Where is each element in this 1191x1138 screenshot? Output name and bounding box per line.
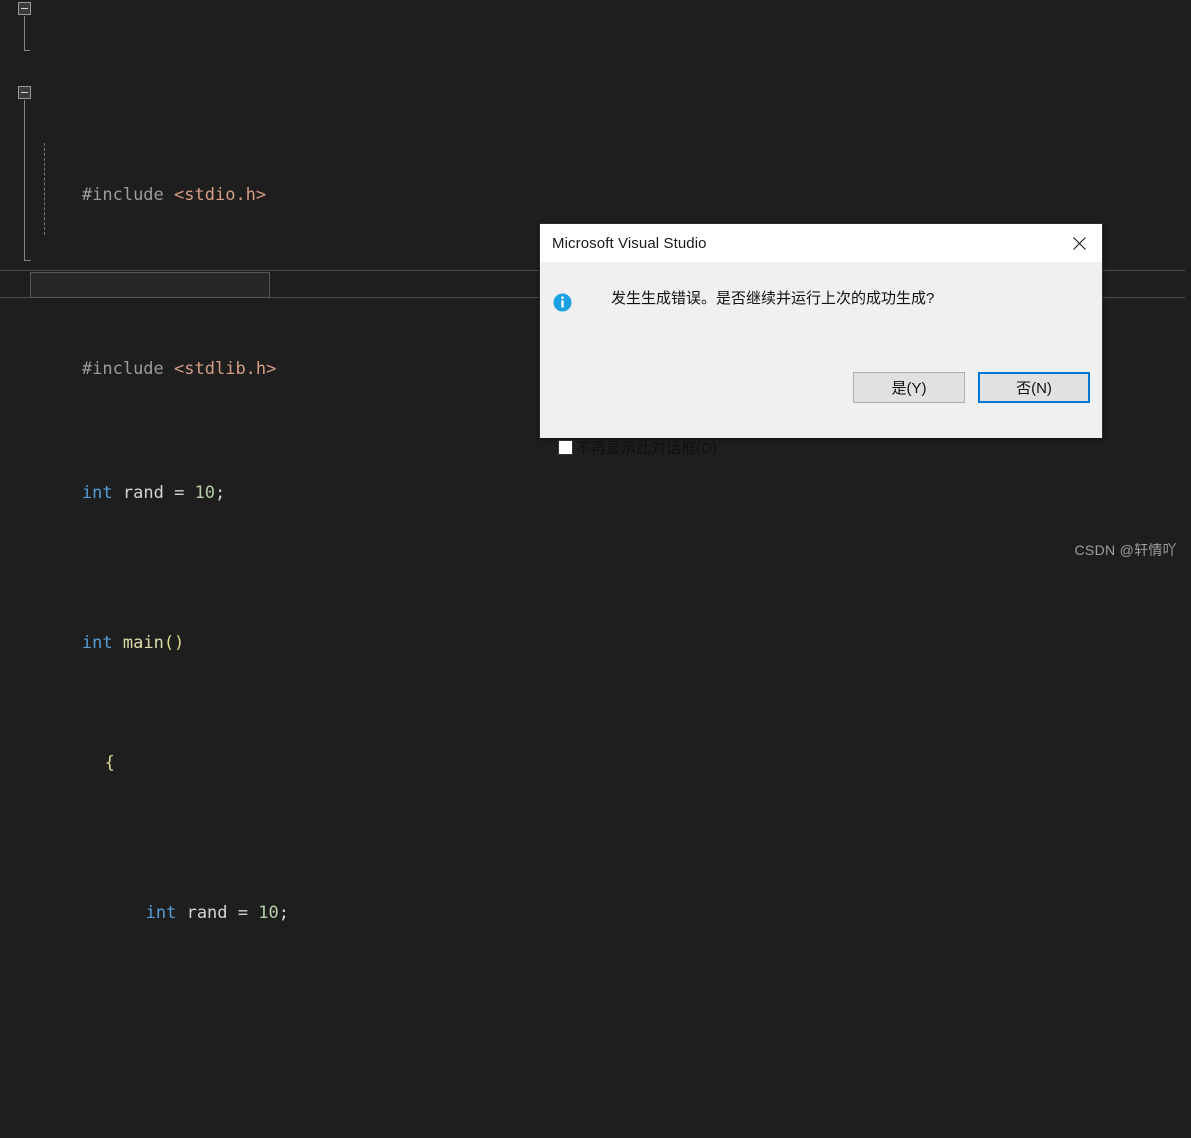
code-line: int rand = 10; (0, 868, 1191, 923)
code-token-semicolon: ; (278, 903, 290, 923)
code-token-semicolon: ; (215, 483, 226, 503)
current-line-selection-box (30, 272, 270, 298)
dont-show-again-checkbox-row[interactable]: 不再显示此对话框(D) (558, 437, 717, 458)
code-token-keyword: int (81, 483, 113, 503)
fold-guide-include-foot (24, 50, 30, 51)
code-token-number: 10 (194, 483, 216, 503)
dialog-button-row: 是(Y) 否(N) (853, 372, 1090, 403)
info-icon (553, 293, 572, 312)
code-token-operator: = (174, 483, 185, 503)
fold-toggle-main-block[interactable] (18, 86, 31, 99)
code-token-brace-open: { (104, 753, 115, 773)
dont-show-again-label: 不再显示此对话框(D) (576, 440, 717, 457)
fold-toggle-include-block[interactable] (18, 2, 31, 15)
dialog-title: Microsoft Visual Studio (552, 234, 707, 252)
close-icon (1072, 236, 1087, 251)
code-token-keyword: int (81, 633, 113, 653)
dialog-body: 发生生成错误。是否继续并运行上次的成功生成? 是(Y) 否(N) 不再显示此对话… (540, 262, 1102, 457)
dont-show-again-checkbox[interactable] (558, 440, 573, 455)
code-token-number: 10 (258, 903, 279, 923)
code-lines: #include <stdio.h> #include <stdlib.h> i… (0, 0, 1191, 1138)
close-button[interactable] (1056, 224, 1102, 262)
watermark: CSDN @轩情吖 (1074, 542, 1177, 558)
code-line: #include <stdio.h> (0, 120, 1191, 205)
fold-guide-include-block (24, 16, 25, 50)
code-token-identifier: rand (186, 903, 228, 923)
code-token-function: main (122, 633, 164, 653)
fold-guide-main-block (24, 100, 25, 260)
dialog-title-bar[interactable]: Microsoft Visual Studio (540, 224, 1102, 262)
dialog-message: 发生生成错误。是否继续并运行上次的成功生成? (611, 290, 935, 307)
yes-button[interactable]: 是(Y) (853, 372, 965, 403)
code-token-header: <stdio.h> (174, 185, 267, 205)
no-button[interactable]: 否(N) (978, 372, 1090, 403)
code-token-header: <stdlib.h> (174, 359, 277, 379)
fold-guide-main-foot (24, 260, 31, 261)
code-token-preprocessor: #include (81, 185, 164, 205)
code-token-parens: () (163, 633, 185, 653)
code-line: { (0, 718, 1191, 773)
code-token-keyword: int (145, 903, 177, 923)
code-token-preprocessor: #include (81, 359, 164, 379)
message-dialog[interactable]: Microsoft Visual Studio 发生生成错误。是否继续并运行上次… (539, 223, 1103, 457)
code-token-identifier: rand (122, 483, 164, 503)
code-line: int main() (0, 568, 1191, 653)
code-token-operator: = (237, 903, 249, 923)
